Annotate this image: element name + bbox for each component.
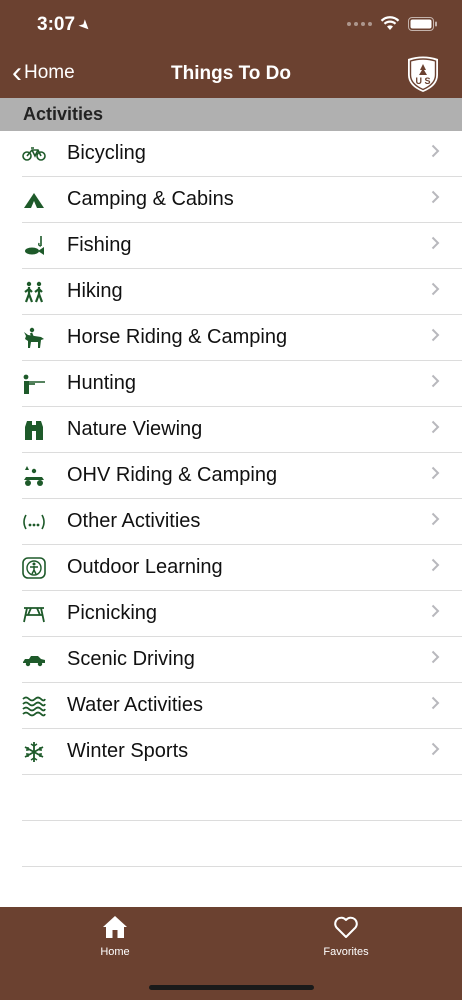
list-item-label: Horse Riding & Camping [67, 326, 288, 348]
chevron-right-icon [431, 144, 440, 158]
chevron-right-icon [431, 604, 440, 618]
home-indicator [149, 985, 314, 990]
list-item-other-activities[interactable]: Other Activities [22, 499, 462, 545]
hunter-icon [22, 372, 46, 396]
chevron-right-icon [431, 650, 440, 664]
location-arrow-icon: ➤ [75, 14, 96, 35]
heart-icon [334, 916, 358, 938]
binoculars-icon [22, 418, 46, 442]
list-item-label: Hunting [67, 372, 136, 394]
list-item-camping-cabins[interactable]: Camping & Cabins [22, 177, 462, 223]
list-item-label: OHV Riding & Camping [67, 464, 278, 486]
list-item-nature-viewing[interactable]: Nature Viewing [22, 407, 462, 453]
usfs-shield-logo: U S [408, 56, 438, 92]
home-icon [103, 916, 127, 938]
status-time-text: 3:07 [37, 14, 76, 35]
list-item-picnicking[interactable]: Picnicking [22, 591, 462, 637]
tab-favorites[interactable]: Favorites [286, 915, 406, 958]
waves-icon [22, 694, 46, 718]
list-item-fishing[interactable]: Fishing [22, 223, 462, 269]
section-header: Activities [0, 98, 462, 131]
chevron-right-icon [431, 374, 440, 388]
fish-icon [22, 234, 46, 258]
list-item-label: Camping & Cabins [67, 188, 234, 210]
status-bar: 3:07 ➤ [0, 0, 462, 52]
picnic-table-icon [22, 602, 46, 626]
empty-row [22, 775, 462, 821]
snowflake-icon [22, 740, 46, 764]
tab-home[interactable]: Home [55, 915, 175, 958]
list-item-hiking[interactable]: Hiking [22, 269, 462, 315]
chevron-right-icon [431, 512, 440, 526]
list-item-label: Hiking [67, 280, 123, 302]
empty-row [22, 821, 462, 867]
list-item-horse-riding[interactable]: Horse Riding & Camping [22, 315, 462, 361]
learning-icon [22, 556, 46, 580]
chevron-right-icon [431, 466, 440, 480]
logo-text: U S [415, 76, 430, 86]
car-icon [22, 648, 46, 672]
tent-icon [22, 188, 46, 212]
status-indicators [347, 16, 438, 31]
hikers-icon [22, 280, 46, 304]
list-item-bicycling[interactable]: Bicycling [22, 131, 462, 177]
list-item-scenic-driving[interactable]: Scenic Driving [22, 637, 462, 683]
list-item-label: Winter Sports [67, 740, 189, 762]
wifi-icon [380, 16, 400, 30]
tab-home-label: Home [100, 946, 130, 958]
list-item-label: Bicycling [67, 142, 146, 164]
status-time: 3:07 ➤ [37, 14, 95, 36]
ellipsis-icon [22, 510, 46, 534]
battery-icon [408, 16, 437, 31]
chevron-right-icon [431, 328, 440, 342]
cellular-signal-icon [347, 21, 372, 26]
list-item-label: Picnicking [67, 602, 158, 624]
chevron-right-icon [431, 282, 440, 296]
chevron-right-icon [431, 558, 440, 572]
list-item-winter-sports[interactable]: Winter Sports [22, 729, 462, 775]
list-item-outdoor-learning[interactable]: Outdoor Learning [22, 545, 462, 591]
list-item-label: Other Activities [67, 510, 201, 532]
activities-list: Bicycling Camping & Cabins Fishing Hikin… [0, 131, 462, 867]
list-item-label: Fishing [67, 234, 132, 256]
list-item-water-activities[interactable]: Water Activities [22, 683, 462, 729]
section-header-label: Activities [23, 104, 104, 124]
list-item-ohv-riding[interactable]: OHV Riding & Camping [22, 453, 462, 499]
tab-favorites-label: Favorites [323, 946, 369, 958]
chevron-right-icon [431, 190, 440, 204]
chevron-right-icon [431, 696, 440, 710]
bicycle-icon [22, 142, 46, 166]
list-item-label: Nature Viewing [67, 418, 203, 440]
horse-rider-icon [22, 326, 46, 350]
list-item-hunting[interactable]: Hunting [22, 361, 462, 407]
chevron-right-icon [431, 420, 440, 434]
navigation-bar: ‹ Home Things To Do U S [0, 52, 462, 98]
list-item-label: Scenic Driving [67, 648, 195, 670]
list-item-label: Water Activities [67, 694, 203, 716]
page-title: Things To Do [171, 63, 291, 84]
atv-icon [22, 464, 46, 488]
list-item-label: Outdoor Learning [67, 556, 223, 578]
chevron-right-icon [431, 236, 440, 250]
chevron-right-icon [431, 742, 440, 756]
